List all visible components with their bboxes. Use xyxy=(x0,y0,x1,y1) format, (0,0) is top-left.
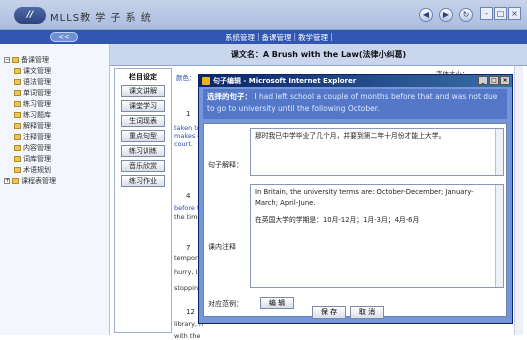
sidebar-item-label: 解释管理 xyxy=(23,121,51,130)
folder-icon xyxy=(14,166,21,173)
edit-form: 句子解释： 那时我已中学毕业了几个月，并要到第二年十月份才能上大学。 课内注释 … xyxy=(203,123,507,317)
text-snippet[interactable]: court. xyxy=(174,140,193,148)
collapse-icon[interactable]: − xyxy=(4,56,10,63)
folder-icon xyxy=(14,67,21,74)
sidebar-item-label: 练习题库 xyxy=(23,110,51,119)
notes-textarea[interactable]: In Britain, the university terms are: Oc… xyxy=(250,184,504,288)
menu-prepare[interactable]: 备课管理 xyxy=(262,32,292,43)
menu-separator: | xyxy=(257,32,260,41)
dialog-title: 句子编辑 - Microsoft Internet Explorer xyxy=(213,77,357,85)
panel-button[interactable]: 练习作业 xyxy=(121,175,165,187)
sidebar-item[interactable]: 语法管理 xyxy=(0,76,109,87)
sidebar-item[interactable]: 练习管理 xyxy=(0,98,109,109)
analysis-text: 那时我已中学毕业了几个月，并要到第二年十月份才能上大学。 xyxy=(255,132,446,140)
sentence-edit-dialog: 句子编辑 - Microsoft Internet Explorer _ □ ×… xyxy=(198,74,513,324)
panel-button[interactable]: 生词现表 xyxy=(121,115,165,127)
folder-icon xyxy=(14,155,21,162)
sidebar-item-label: 单词管理 xyxy=(23,88,51,97)
app-logo: // xyxy=(14,7,46,24)
analysis-label: 句子解释： xyxy=(208,161,243,169)
folder-icon xyxy=(14,122,21,129)
tree-root-label: 课程表管理 xyxy=(21,176,56,185)
tree-root-label: 备课管理 xyxy=(21,55,49,64)
minimize-button[interactable]: - xyxy=(480,7,493,20)
sidebar-item-label: 内容管理 xyxy=(23,143,51,152)
sidebar-item[interactable]: 解释管理 xyxy=(0,120,109,131)
sidebar-item[interactable]: 词库管理 xyxy=(0,153,109,164)
textarea-scrollbar[interactable] xyxy=(495,185,503,287)
color-label: 颜色： xyxy=(176,74,196,82)
edit-button[interactable]: 编 辑 xyxy=(260,297,294,309)
paragraph-number: 12 xyxy=(186,308,195,316)
paragraph-number: 7 xyxy=(186,244,191,252)
sidebar-item-label: 注释管理 xyxy=(23,132,51,141)
dialog-maximize-button[interactable]: □ xyxy=(489,76,499,85)
ie-icon xyxy=(202,77,210,85)
sidebar-item[interactable]: 单词管理 xyxy=(0,87,109,98)
folder-icon xyxy=(14,89,21,96)
column-panel: 栏目设定 课文讲解 课堂学习 生词现表 重点句型 练习训练 音乐欣赏 练习作业 xyxy=(114,68,172,333)
sidebar-item-label: 课文管理 xyxy=(23,66,51,75)
menu-separator: | xyxy=(330,32,333,41)
sidebar-item[interactable]: 术语规划 xyxy=(0,164,109,175)
sidebar-item-label: 词库管理 xyxy=(23,154,51,163)
scope-label: 对应范例： xyxy=(208,300,243,308)
folder-icon xyxy=(14,100,21,107)
menu-bar: << 系统管理 | 备课管理 | 教学管理 | xyxy=(0,30,527,44)
notes-line-1: In Britain, the university terms are: Oc… xyxy=(255,188,474,207)
textarea-scrollbar[interactable] xyxy=(495,129,503,175)
back-icon[interactable]: ◀ xyxy=(419,8,433,22)
folder-icon xyxy=(14,133,21,140)
main-scrollbar[interactable] xyxy=(514,66,523,335)
selected-sentence: 选择的句子： I had left school a couple of mon… xyxy=(203,89,507,119)
menu-separator: | xyxy=(293,32,297,41)
notes-label: 课内注释 xyxy=(208,243,236,251)
sidebar-item[interactable]: 内容管理 xyxy=(0,142,109,153)
dialog-minimize-button[interactable]: _ xyxy=(478,76,488,85)
cancel-button[interactable]: 取 消 xyxy=(350,306,384,319)
folder-icon xyxy=(12,177,19,184)
folder-icon xyxy=(12,56,19,63)
analysis-textarea[interactable]: 那时我已中学毕业了几个月，并要到第二年十月份才能上大学。 xyxy=(250,128,504,176)
tree-root[interactable]: − 备课管理 xyxy=(0,54,109,65)
menu-system[interactable]: 系统管理 xyxy=(225,32,255,43)
maximize-button[interactable]: □ xyxy=(494,7,507,20)
forward-icon[interactable]: ▶ xyxy=(439,8,453,22)
folder-icon xyxy=(14,78,21,85)
folder-icon xyxy=(14,111,21,118)
paragraph-number: 4 xyxy=(186,192,191,200)
refresh-icon[interactable]: ↻ xyxy=(459,8,473,22)
dialog-titlebar: 句子编辑 - Microsoft Internet Explorer _ □ × xyxy=(199,75,512,87)
text-snippet: with the xyxy=(174,332,201,340)
sentence-label: 选择的句子： xyxy=(207,92,252,101)
panel-button[interactable]: 练习训练 xyxy=(121,145,165,157)
menu-teaching[interactable]: 教学管理 xyxy=(298,32,328,43)
tree-root-schedule[interactable]: + 课程表管理 xyxy=(0,175,109,186)
panel-button[interactable]: 重点句型 xyxy=(121,130,165,142)
save-button[interactable]: 保 存 xyxy=(312,306,346,319)
course-title: 课文名：A Brush with the Law(法律小纠葛) xyxy=(110,44,527,66)
notes-line-2: 在英国大学的学期是：10月-12月；1月-3月；4月-6月 xyxy=(255,216,420,224)
sidebar-item-label: 语法管理 xyxy=(23,77,51,86)
panel-button[interactable]: 课堂学习 xyxy=(121,100,165,112)
dialog-close-button[interactable]: × xyxy=(500,76,510,85)
paragraph-number: 1 xyxy=(186,110,191,118)
panel-button[interactable]: 音乐欣赏 xyxy=(121,160,165,172)
sidebar: − 备课管理 课文管理 语法管理 单词管理 练习管理 练习题库 解释管理 注释管… xyxy=(0,44,110,335)
sidebar-item[interactable]: 练习题库 xyxy=(0,109,109,120)
sidebar-item[interactable]: 课文管理 xyxy=(0,65,109,76)
sidebar-item-label: 练习管理 xyxy=(23,99,51,108)
close-button[interactable]: × xyxy=(508,7,521,20)
app-title: MLLS教 学 子 系 统 xyxy=(50,13,152,24)
sidebar-item-label: 术语规划 xyxy=(23,165,51,174)
dialog-body: 选择的句子： I had left school a couple of mon… xyxy=(199,87,512,323)
collapse-sidebar-button[interactable]: << xyxy=(50,32,78,42)
panel-button[interactable]: 课文讲解 xyxy=(121,85,165,97)
sidebar-item[interactable]: 注释管理 xyxy=(0,131,109,142)
panel-title: 栏目设定 xyxy=(129,73,157,81)
folder-icon xyxy=(14,144,21,151)
app-titlebar: // MLLS教 学 子 系 统 ◀ ▶ ↻ - □ × xyxy=(0,0,527,30)
expand-icon[interactable]: + xyxy=(4,177,10,184)
